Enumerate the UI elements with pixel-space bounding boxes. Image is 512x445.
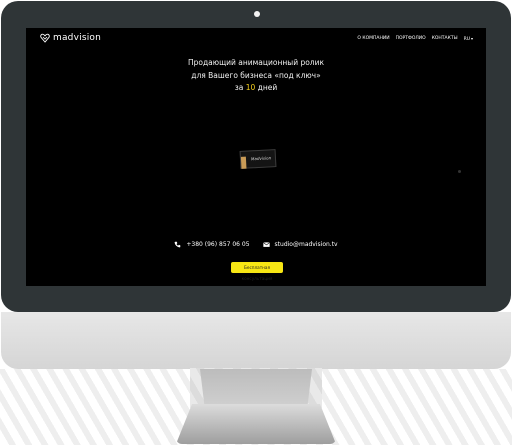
headline-line-3: за 10 дней [26,82,486,95]
site-logo[interactable]: madvision [40,33,101,43]
nav-item-contacts[interactable]: КОНТАКТЫ [432,36,458,42]
nav-item-portfolio[interactable]: ПОРТФОЛИО [396,36,426,42]
business-card-image: Madvision [236,147,278,169]
chevron-down-icon: ▾ [470,36,473,41]
slider-dot[interactable] [458,170,461,173]
monitor-neck-shade [200,369,312,406]
card-accent [240,156,247,169]
headline-line-2: для Вашего бизнеса «под ключ» [191,70,321,80]
monitor-chin [1,312,511,369]
monitor-base [176,404,336,444]
phone-contact[interactable]: +380 (96) 857 06 05 [174,241,250,248]
headline-line-1: Продающий анимационный ролик [187,58,324,67]
email-address: studio@madvision.tv [274,241,338,248]
monitor-mockup: madvision О КОМПАНИИ ПОРТФОЛИО КОНТАКТЫ … [0,0,512,445]
hero-headline: Продающий анимационный ролик для Вашего … [26,57,486,95]
phone-number: +380 (96) 857 06 05 [186,241,250,248]
headline-suffix: дней [257,83,278,92]
nav-menu: О КОМПАНИИ ПОРТФОЛИО КОНТАКТЫ RU▾ [357,36,473,42]
website-screen: madvision О КОМПАНИИ ПОРТФОЛИО КОНТАКТЫ … [26,28,486,286]
envelope-icon [262,242,270,247]
language-label: RU [463,37,470,42]
phone-icon [175,241,181,248]
contacts-row: +380 (96) 857 06 05 studio@madvision.tv [26,241,486,248]
top-navigation: madvision О КОМПАНИИ ПОРТФОЛИО КОНТАКТЫ … [26,28,486,50]
language-selector[interactable]: RU▾ [464,36,473,42]
free-consultation-button[interactable]: Бесплатная консультация [231,262,283,281]
heart-logo-icon [40,33,50,43]
nav-item-about[interactable]: О КОМПАНИИ [357,36,389,42]
business-card: Madvision [239,149,277,169]
email-contact[interactable]: studio@madvision.tv [262,241,338,248]
logo-text: madvision [53,33,102,43]
headline-prefix: за [234,83,244,92]
card-text: Madvision [250,155,272,162]
camera-icon [254,11,260,17]
headline-days-number: 10 [245,83,256,92]
